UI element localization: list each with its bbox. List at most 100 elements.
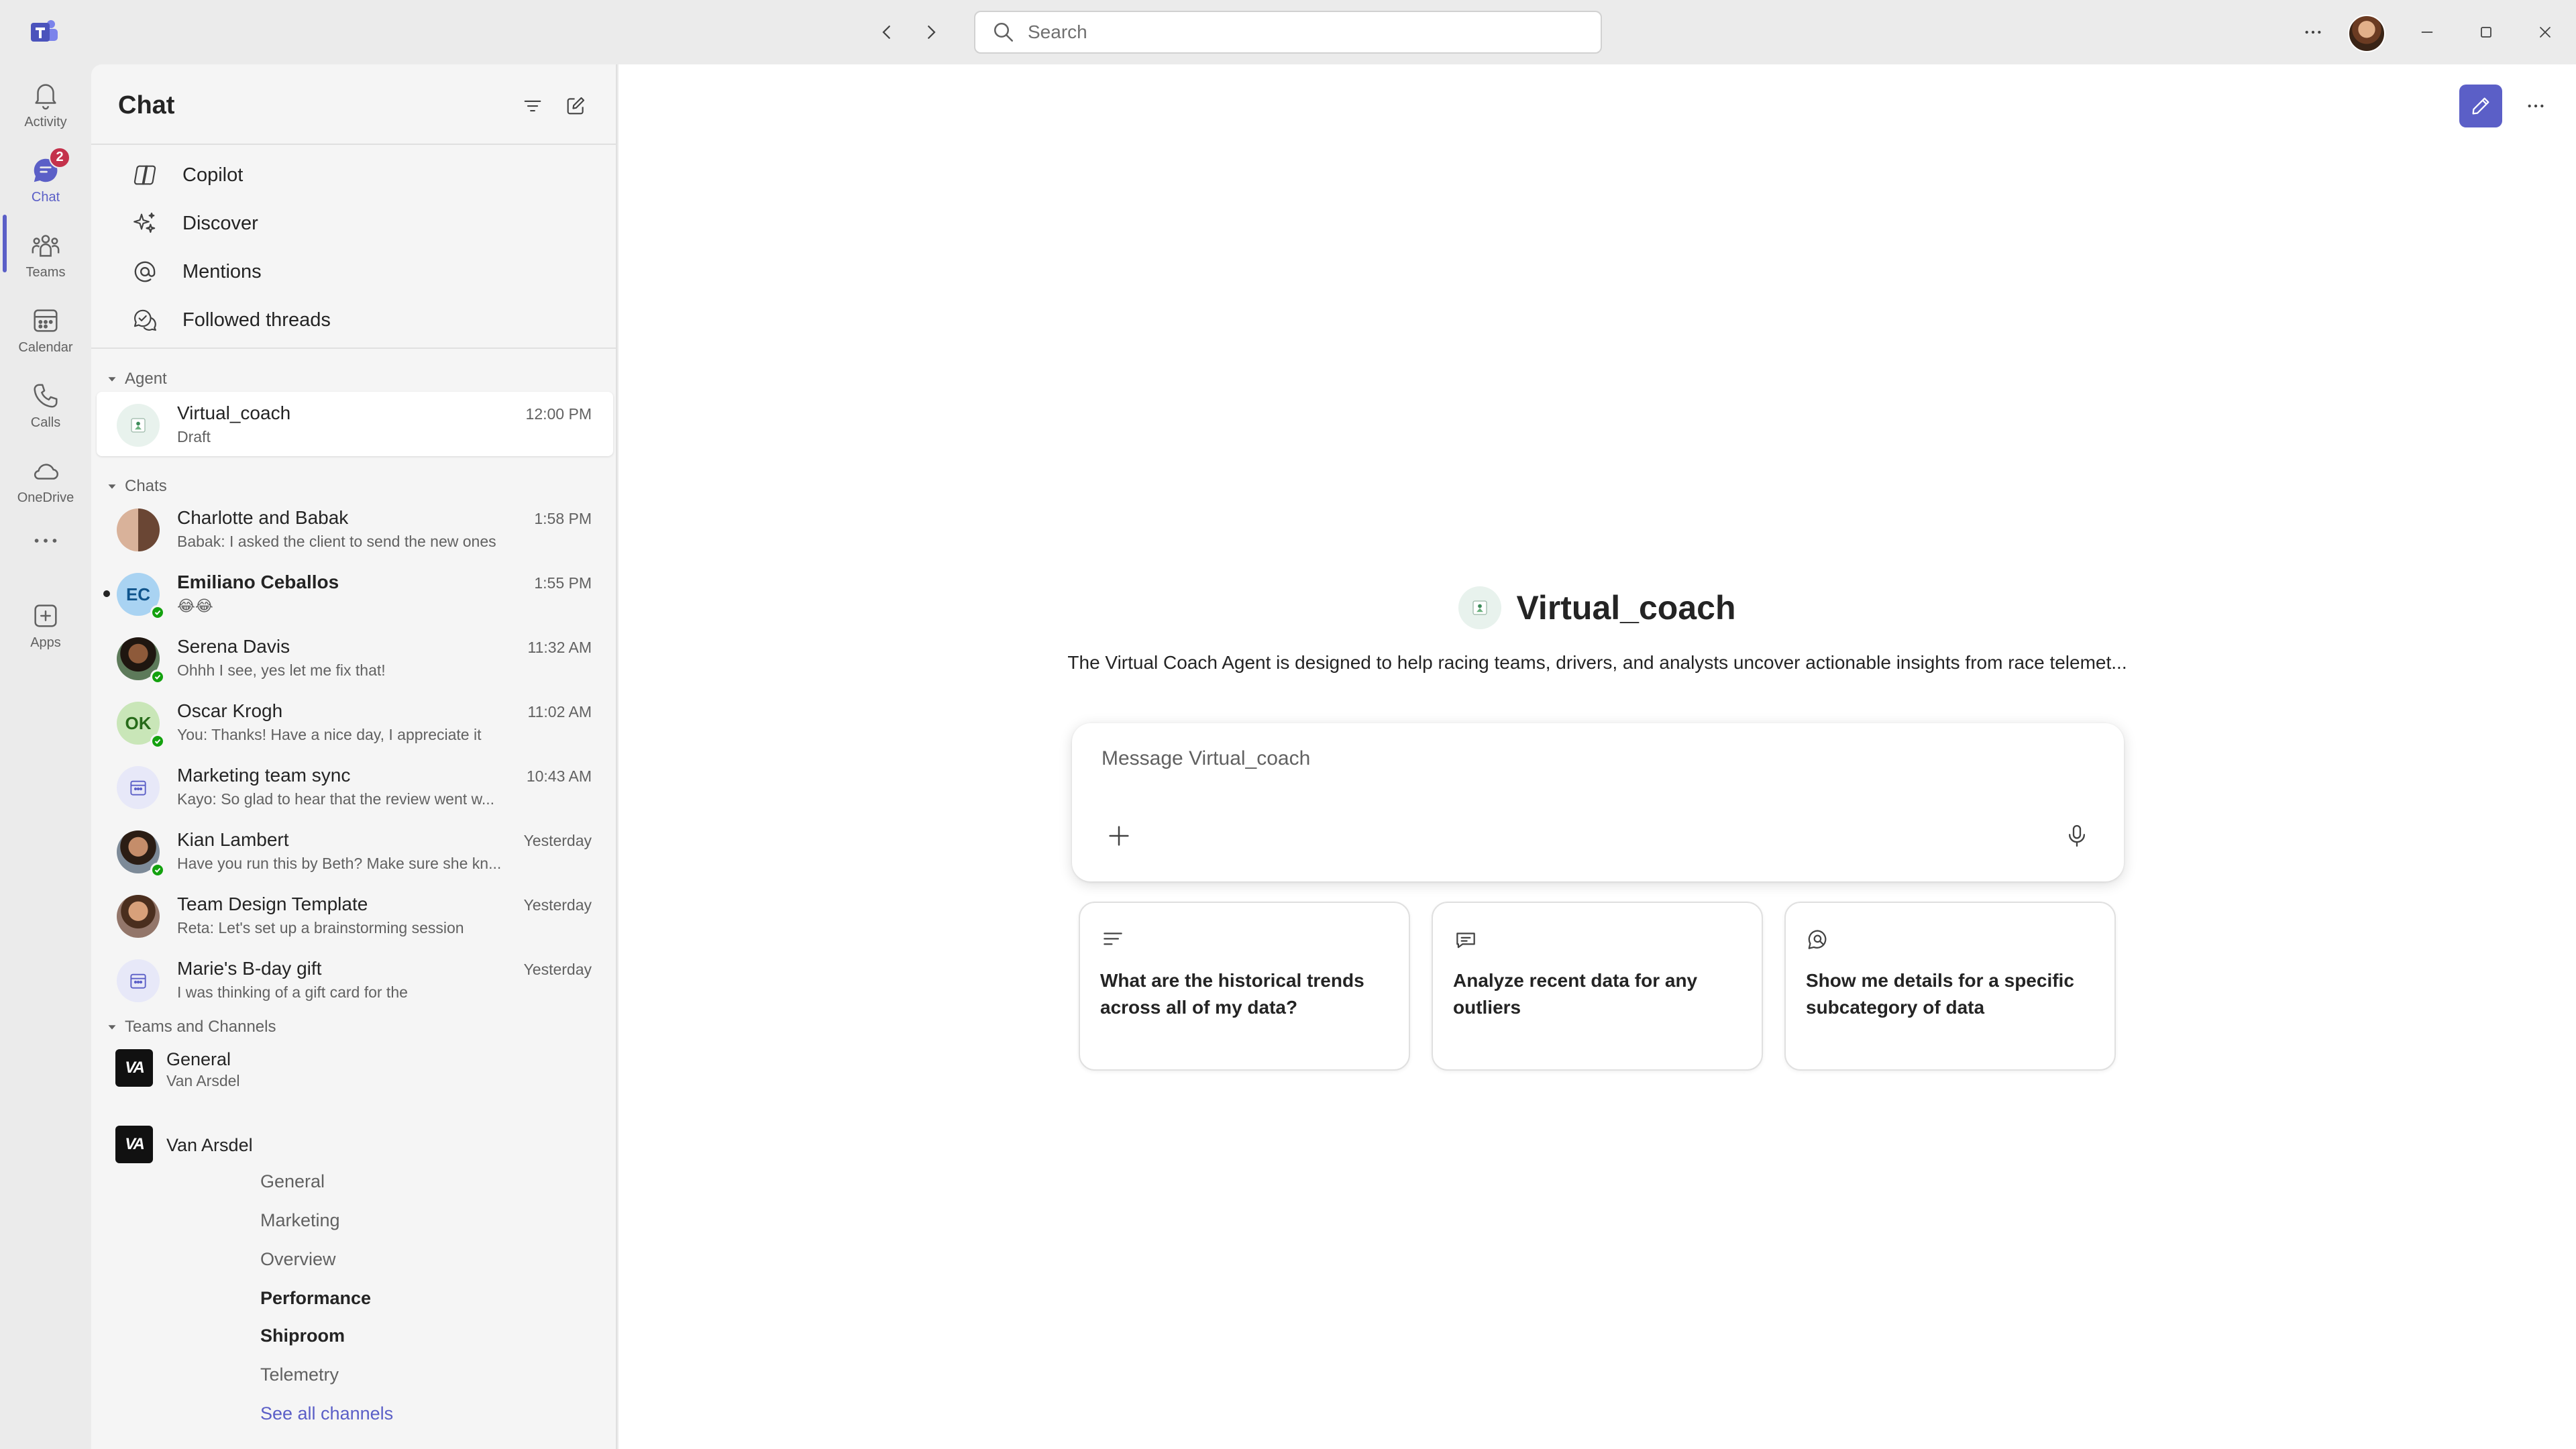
chat-item[interactable]: Serena Davis Ohhh I see, yes let me fix … [97, 625, 613, 690]
calendar-icon [30, 305, 61, 336]
rail-label: Calendar [18, 339, 73, 355]
prompt-suggestion-card[interactable]: Analyze recent data for any outliers [1432, 902, 1763, 1071]
more-options-button[interactable] [2520, 90, 2552, 122]
nav-followed-threads[interactable]: Followed threads [131, 299, 331, 341]
rail-item-apps[interactable]: Apps [0, 590, 91, 660]
search-box[interactable] [974, 11, 1602, 54]
caret-down-icon [105, 479, 119, 494]
presence-available-icon [150, 605, 165, 620]
unread-dot [103, 590, 110, 597]
message-input[interactable] [1102, 747, 2041, 770]
close-button[interactable] [2529, 16, 2561, 48]
analyze-icon [1453, 927, 1479, 953]
minimize-button[interactable] [2411, 16, 2443, 48]
chat-item[interactable]: EC Emiliano Ceballos 😂😂 1:55 PM [97, 561, 613, 625]
channel-item[interactable]: Telemetry [260, 1364, 339, 1385]
chat-preview: Have you run this by Beth? Make sure she… [177, 855, 502, 872]
prompt-text: Show me details for a specific subcatego… [1806, 970, 2074, 1018]
prompt-text: Analyze recent data for any outliers [1453, 970, 1698, 1018]
agent-icon [128, 415, 148, 435]
team-channel-general[interactable]: VA General Van Arsdel [91, 1042, 574, 1096]
more-icon [2525, 95, 2546, 117]
prompt-suggestion-card[interactable]: What are the historical trends across al… [1079, 902, 1410, 1071]
chat-name: Kian Lambert [177, 829, 289, 850]
chat-time: 11:02 AM [527, 703, 592, 720]
chat-item[interactable]: Team Design Template Reta: Let's set up … [97, 883, 613, 947]
rail-more-button[interactable] [0, 514, 91, 568]
agent-header: Virtual_coach [619, 586, 2576, 629]
attach-button[interactable] [1102, 818, 1136, 853]
chat-name: Oscar Krogh [177, 700, 283, 721]
chat-item[interactable]: Kian Lambert Have you run this by Beth? … [97, 818, 613, 883]
dictate-button[interactable] [2059, 818, 2094, 853]
user-avatar[interactable] [2348, 15, 2385, 52]
chat-preview: 😂😂 [177, 597, 213, 614]
maximize-button[interactable] [2470, 16, 2502, 48]
channel-item[interactable]: General [260, 1171, 325, 1192]
search-input[interactable] [1028, 21, 1578, 43]
rail-item-calls[interactable]: Calls [0, 370, 91, 440]
section-agent[interactable]: Agent [105, 368, 167, 390]
filter-button[interactable] [517, 90, 549, 122]
rail-item-chat[interactable]: 2 Chat [0, 145, 91, 215]
followed-threads-icon [131, 307, 158, 333]
copilot-icon [131, 162, 158, 189]
nav-discover[interactable]: Discover [131, 203, 258, 244]
divider [91, 144, 617, 145]
avatar [117, 766, 160, 809]
team-name: Van Arsdel [166, 1072, 240, 1089]
chat-item[interactable]: OK Oscar Krogh You: Thanks! Have a nice … [97, 690, 613, 754]
rail-label: Teams [25, 264, 66, 280]
search-icon [991, 20, 1016, 44]
section-chats[interactable]: Chats [105, 475, 167, 498]
nav-label: Mentions [182, 260, 262, 282]
forward-button[interactable] [916, 17, 946, 47]
chat-preview: Reta: Let's set up a brainstorming sessi… [177, 919, 464, 936]
add-app-icon [30, 600, 61, 631]
rail-label: Calls [30, 415, 61, 430]
nav-mentions[interactable]: Mentions [131, 251, 262, 292]
sparkle-icon [131, 210, 158, 237]
settings-more-button[interactable] [2297, 16, 2329, 48]
chat-item[interactable]: Marie's B-day gift I was thinking of a g… [97, 947, 613, 1012]
channel-item[interactable]: Performance [260, 1288, 371, 1309]
filter-icon [521, 95, 544, 117]
cloud-icon [30, 455, 61, 486]
rail-item-activity[interactable]: Activity [0, 70, 91, 140]
pencil-icon [2469, 95, 2492, 117]
chat-name: Serena Davis [177, 636, 290, 657]
channel-item[interactable]: Marketing [260, 1210, 340, 1231]
presence-available-icon [150, 863, 165, 877]
section-teams-and-channels[interactable]: Teams and Channels [105, 1016, 276, 1038]
chat-preview: Babak: I asked the client to send the ne… [177, 533, 496, 550]
chat-time: 12:00 PM [525, 405, 592, 423]
rail-item-teams[interactable]: Teams [0, 220, 91, 290]
plus-icon [1106, 822, 1132, 849]
chat-time: Yesterday [523, 896, 592, 914]
message-compose-box[interactable] [1072, 723, 2124, 881]
see-all-channels-link[interactable]: See all channels [260, 1403, 393, 1424]
new-copilot-chat-button[interactable] [2459, 85, 2502, 127]
prompt-suggestion-card[interactable]: Show me details for a specific subcatego… [1784, 902, 2116, 1071]
section-label: Agent [125, 370, 167, 388]
team-van-arsdel[interactable]: VA Van Arsdel [91, 1119, 574, 1173]
channel-item[interactable]: Shiproom [260, 1326, 345, 1346]
meeting-calendar-icon [127, 970, 149, 991]
rail-item-onedrive[interactable]: OneDrive [0, 445, 91, 515]
nav-copilot[interactable]: Copilot [131, 154, 243, 196]
chat-item[interactable]: Marketing team sync Kayo: So glad to hea… [97, 754, 613, 818]
chat-name: Marie's B-day gift [177, 958, 322, 979]
back-button[interactable] [872, 17, 902, 47]
team-channel-name: General [166, 1049, 231, 1069]
bell-icon [30, 80, 61, 111]
section-label: Chats [125, 477, 167, 495]
presence-available-icon [150, 669, 165, 684]
text-lines-icon [1100, 927, 1126, 953]
channel-item[interactable]: Overview [260, 1249, 336, 1270]
avatar [117, 895, 160, 938]
chat-item-virtual-coach[interactable]: Virtual_coach Draft 12:00 PM [97, 392, 613, 456]
prompt-text: What are the historical trends across al… [1100, 970, 1364, 1018]
rail-item-calendar[interactable]: Calendar [0, 295, 91, 365]
chat-item[interactable]: Charlotte and Babak Babak: I asked the c… [97, 496, 613, 561]
new-chat-button[interactable] [559, 90, 592, 122]
